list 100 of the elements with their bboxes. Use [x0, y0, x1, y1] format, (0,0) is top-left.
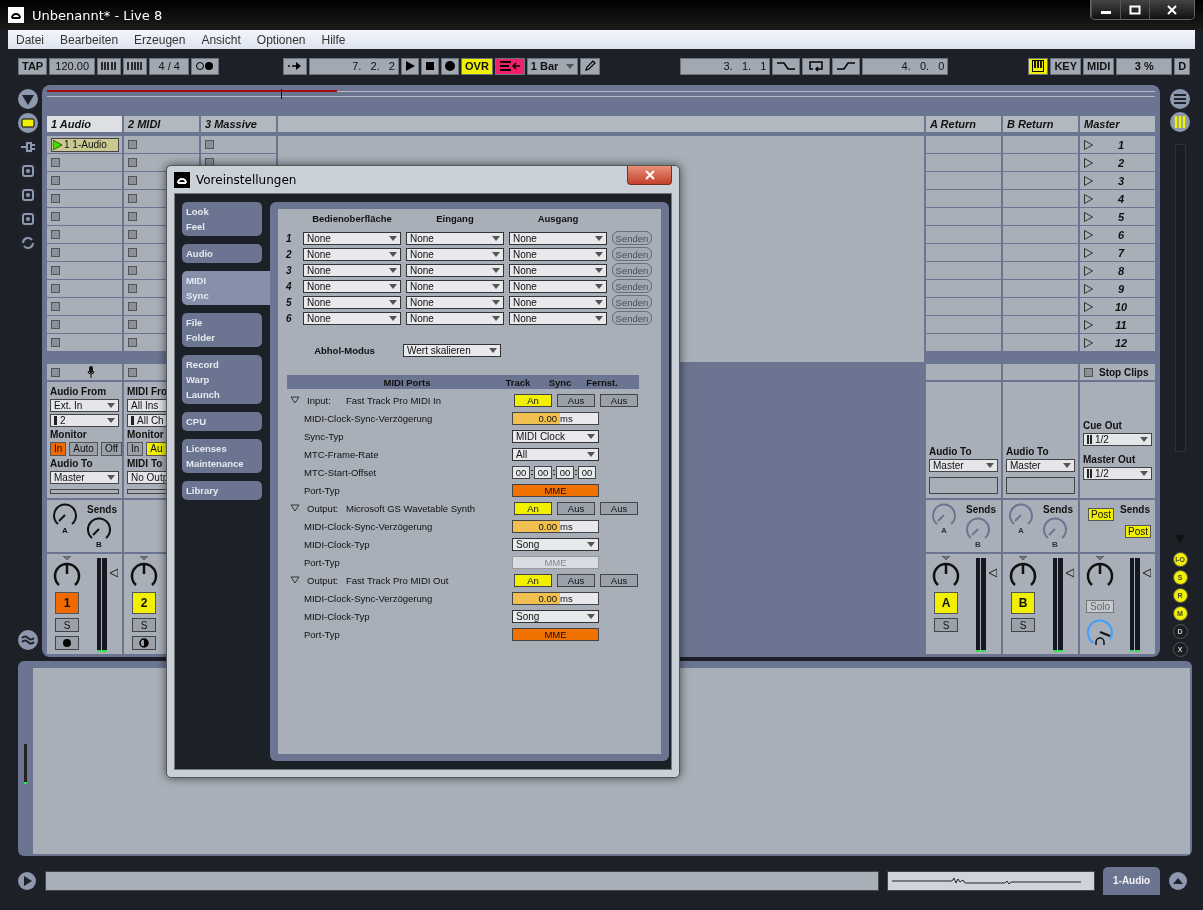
- menu-item[interactable]: Datei: [8, 32, 52, 47]
- master-out-dropdown[interactable]: 1/2: [1083, 467, 1152, 480]
- clip-slot[interactable]: 1 1-Audio: [47, 136, 122, 153]
- loop-length-field[interactable]: 4. 0. 0: [862, 57, 949, 75]
- track-header[interactable]: 1 Audio: [47, 116, 122, 132]
- volume-pointer-icon[interactable]: [987, 568, 997, 578]
- takeover-mode-dropdown[interactable]: Wert skalieren: [403, 344, 501, 357]
- monitor-toggle[interactable]: In: [127, 442, 144, 456]
- setting-dropdown[interactable]: All: [512, 447, 599, 461]
- selected-track-tab[interactable]: 1-Audio: [1103, 867, 1161, 895]
- empty-clip-slot[interactable]: [47, 244, 122, 261]
- preferences-tab[interactable]: Library: [182, 481, 262, 500]
- port-switch[interactable]: An: [514, 573, 552, 587]
- output-channel-field[interactable]: [50, 489, 119, 494]
- empty-clip-slot[interactable]: [47, 334, 122, 351]
- empty-clip-slot[interactable]: [47, 226, 122, 243]
- empty-clip-slot[interactable]: [47, 172, 122, 189]
- port-switch[interactable]: Aus: [557, 501, 595, 515]
- monitor-toggle[interactable]: In: [50, 442, 67, 456]
- scene-launch-button[interactable]: 8: [1080, 262, 1155, 279]
- volume-pointer-icon[interactable]: [1141, 568, 1151, 578]
- timecode-field[interactable]: 00: [534, 465, 552, 479]
- scene-launch-button[interactable]: 12: [1080, 334, 1155, 351]
- preferences-tab[interactable]: CPU: [182, 412, 262, 431]
- solo-button[interactable]: S: [934, 618, 958, 632]
- expanded-triangle-icon[interactable]: [290, 504, 300, 512]
- time-signature-field[interactable]: 4 / 4: [149, 57, 190, 75]
- scene-launch-button[interactable]: 1: [1080, 136, 1155, 153]
- mixer-view-icon[interactable]: [1169, 111, 1191, 133]
- scene-launch-button[interactable]: 10: [1080, 298, 1155, 315]
- pan-knob-icon[interactable]: [930, 556, 962, 588]
- input-type-dropdown[interactable]: Ext. In: [50, 399, 119, 412]
- preferences-tab[interactable]: File Folder: [182, 313, 262, 347]
- preferences-tab[interactable]: Audio: [182, 244, 262, 263]
- song-position-field[interactable]: 7. 2. 2: [309, 57, 399, 75]
- port-switch[interactable]: An: [514, 393, 552, 407]
- stop-clips-button[interactable]: Stop Clips: [1080, 364, 1155, 380]
- minimize-button[interactable]: [1091, 0, 1120, 19]
- solo-button[interactable]: S: [55, 618, 79, 632]
- empty-clip-slot[interactable]: [47, 316, 122, 333]
- scene-launch-button[interactable]: 9: [1080, 280, 1155, 297]
- track-activator-button[interactable]: A: [934, 592, 958, 614]
- overdub-button[interactable]: OVR: [461, 57, 493, 75]
- post-button[interactable]: Post: [1088, 508, 1114, 521]
- arm-button[interactable]: [132, 636, 156, 650]
- output-dropdown[interactable]: Master: [50, 471, 119, 484]
- menu-item[interactable]: Optionen: [248, 32, 314, 47]
- scene-launch-button[interactable]: 6: [1080, 226, 1155, 243]
- post-button[interactable]: Post: [1125, 525, 1151, 538]
- track-activator-button[interactable]: B: [1011, 592, 1035, 614]
- quantize-dropdown[interactable]: 1 Bar: [526, 57, 579, 75]
- play-button[interactable]: [401, 57, 419, 75]
- scene-launch-button[interactable]: 3: [1080, 172, 1155, 189]
- volume-pointer-icon[interactable]: [108, 568, 118, 578]
- record-button[interactable]: [441, 57, 459, 75]
- output-channel-field[interactable]: [1006, 477, 1075, 494]
- stop-button[interactable]: [421, 57, 439, 75]
- collapse-icon[interactable]: [1168, 871, 1189, 891]
- send-knob[interactable]: B: [85, 517, 113, 549]
- arm-button[interactable]: [55, 636, 79, 650]
- preferences-tab[interactable]: Look Feel: [182, 202, 262, 236]
- monitor-toggle[interactable]: Off: [100, 442, 123, 456]
- output-dropdown[interactable]: Master: [929, 459, 998, 472]
- loop-button[interactable]: [802, 57, 831, 75]
- empty-clip-slot[interactable]: [47, 190, 122, 207]
- delay-value-field[interactable]: 0.00 ms: [512, 519, 599, 533]
- send-knob[interactable]: B: [1041, 517, 1069, 549]
- close-button[interactable]: [627, 166, 672, 185]
- expanded-triangle-icon[interactable]: [290, 576, 300, 584]
- nudge-up-button[interactable]: [123, 57, 148, 75]
- key-map-button[interactable]: [1028, 57, 1049, 75]
- punch-out-button[interactable]: [832, 57, 861, 75]
- menu-item[interactable]: Erzeugen: [126, 32, 194, 47]
- delay-value-field[interactable]: 0.00 ms: [512, 591, 599, 605]
- solo-button[interactable]: S: [1011, 618, 1035, 632]
- metronome-button[interactable]: [191, 57, 220, 75]
- port-switch[interactable]: Aus: [600, 501, 638, 515]
- output-channel-field[interactable]: [929, 477, 998, 494]
- empty-clip-slot[interactable]: [47, 208, 122, 225]
- solo-button[interactable]: Solo: [1086, 600, 1114, 613]
- empty-clip-slot[interactable]: [201, 136, 276, 153]
- timecode-field[interactable]: 00: [556, 465, 574, 479]
- tempo-field[interactable]: 120.00: [49, 57, 96, 75]
- punch-in-button[interactable]: [772, 57, 801, 75]
- track-header[interactable]: 3 Massive: [201, 116, 276, 132]
- track-activator-button[interactable]: 1: [55, 592, 79, 614]
- nudge-down-button[interactable]: [97, 57, 122, 75]
- play-triangle-icon[interactable]: [53, 139, 62, 150]
- port-type-button[interactable]: MME: [512, 483, 599, 497]
- input-channel-dropdown[interactable]: 2: [50, 414, 119, 427]
- tap-button[interactable]: TAP: [18, 57, 48, 75]
- master-track-header[interactable]: Master: [1080, 116, 1155, 132]
- play-circle-icon[interactable]: [17, 871, 37, 891]
- stop-square-icon[interactable]: [51, 367, 60, 377]
- menu-icon[interactable]: [1169, 88, 1191, 110]
- setting-dropdown[interactable]: MIDI Clock: [512, 429, 599, 443]
- setting-dropdown[interactable]: Song: [512, 537, 599, 551]
- expanded-triangle-icon[interactable]: [290, 396, 300, 404]
- port-type-button[interactable]: MME: [512, 627, 599, 641]
- stop-square-icon[interactable]: [128, 367, 137, 377]
